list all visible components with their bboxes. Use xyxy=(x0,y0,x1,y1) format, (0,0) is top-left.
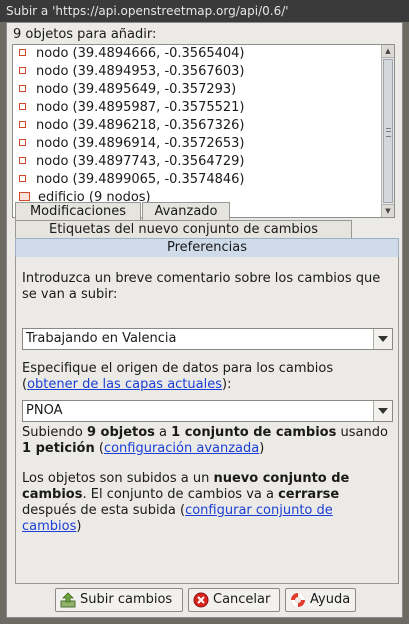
node-icon xyxy=(19,157,26,164)
window-title: Subir a 'https://api.openstreetmap.org/a… xyxy=(0,0,409,22)
node-icon xyxy=(19,103,26,110)
source-value[interactable]: PNOA xyxy=(26,401,62,421)
upload-summary-text: usando xyxy=(336,425,388,440)
upload-button-label: Subir cambios xyxy=(80,592,173,607)
source-combobox[interactable]: PNOA xyxy=(22,400,393,422)
upload-summary-text: Subiendo xyxy=(22,425,87,440)
upload-icon xyxy=(60,592,76,608)
cancel-icon xyxy=(193,592,209,608)
list-item[interactable]: nodo (39.4896914, -0.3572653) xyxy=(13,135,380,153)
node-icon xyxy=(19,139,26,146)
changeset-count: 1 conjunto de cambios xyxy=(171,425,337,440)
objects-scrollbar[interactable]: ▲ ▼ xyxy=(381,45,394,217)
list-item[interactable]: nodo (39.4896218, -0.3567326) xyxy=(13,117,380,135)
upload-summary-text: a xyxy=(154,425,172,440)
preferences-panel: Introduzca un breve comentario sobre los… xyxy=(15,257,399,584)
node-icon xyxy=(19,121,26,128)
node-icon xyxy=(19,67,26,74)
upload-summary-text: ( xyxy=(94,441,104,456)
node-icon xyxy=(19,49,26,56)
source-from-layers-link[interactable]: obtener de las capas actuales xyxy=(27,377,222,392)
source-label: Especifique el origen de datos para los … xyxy=(22,361,334,392)
help-button[interactable]: Ayuda xyxy=(285,588,356,612)
list-item[interactable]: nodo (39.4897743, -0.3564729) xyxy=(13,153,380,171)
changeset-summary-text: ) xyxy=(76,519,82,534)
node-icon xyxy=(19,175,26,182)
comment-label: Introduzca un breve comentario sobre los… xyxy=(22,271,381,302)
list-item-label: nodo (39.4894953, -0.3567603) xyxy=(36,64,245,79)
comment-combobox[interactable]: Trabajando en Valencia xyxy=(22,328,393,350)
chevron-down-icon[interactable] xyxy=(373,329,392,349)
help-button-label: Ayuda xyxy=(310,592,351,607)
close-changeset-text: cerrarse xyxy=(278,487,340,502)
list-item[interactable]: nodo (39.4894953, -0.3567603) xyxy=(13,63,380,81)
cancel-button[interactable]: Cancelar xyxy=(188,588,280,612)
upload-summary-text: ) xyxy=(259,441,265,456)
grip-icon xyxy=(386,128,391,137)
advanced-config-link[interactable]: configuración avanzada xyxy=(104,441,259,456)
source-label-text: Especifique el origen de datos para los … xyxy=(22,361,334,376)
node-icon xyxy=(19,85,26,92)
scroll-thumb[interactable] xyxy=(383,59,393,203)
upload-summary: Subiendo 9 objetos a 1 conjunto de cambi… xyxy=(22,425,394,457)
upload-button[interactable]: Subir cambios xyxy=(55,588,183,612)
list-item-label: nodo (39.4896218, -0.3567326) xyxy=(36,118,245,133)
request-count: 1 petición xyxy=(22,441,95,456)
tab-modifications[interactable]: Modificaciones xyxy=(15,202,141,221)
scroll-down-icon[interactable]: ▼ xyxy=(382,204,394,217)
chevron-down-icon[interactable] xyxy=(373,401,392,421)
changeset-summary-text: Los objetos son subidos a un xyxy=(22,471,214,486)
comment-value[interactable]: Trabajando en Valencia xyxy=(26,329,177,349)
upload-dialog: 9 objetos para añadir: nodo (39.4894666,… xyxy=(6,22,403,618)
lifebuoy-icon xyxy=(291,593,305,607)
changeset-summary: Los objetos son subidos a un nuevo conju… xyxy=(22,471,394,535)
source-label-suffix: ): xyxy=(222,377,232,392)
building-icon xyxy=(19,192,30,201)
tab-preferences[interactable]: Preferencias xyxy=(15,238,399,257)
objects-list[interactable]: nodo (39.4894666, -0.3565404) nodo (39.48… xyxy=(12,44,395,218)
cancel-button-label: Cancelar xyxy=(213,592,271,607)
changeset-summary-text: . El conjunto de cambios va a xyxy=(82,487,279,502)
list-item-label: nodo (39.4895649, -0.357293) xyxy=(36,82,237,97)
list-item-label: nodo (39.4899065, -0.3574846) xyxy=(36,172,245,187)
changeset-summary-text: después de esta subida ( xyxy=(22,503,186,518)
list-item-label: nodo (39.4896914, -0.3572653) xyxy=(36,136,245,151)
object-count: 9 objetos xyxy=(86,425,155,440)
list-item-label: nodo (39.4897743, -0.3564729) xyxy=(36,154,245,169)
tab-tags[interactable]: Etiquetas del nuevo conjunto de cambios xyxy=(15,220,352,239)
scroll-up-icon[interactable]: ▲ xyxy=(382,45,394,58)
tab-advanced[interactable]: Avanzado xyxy=(142,202,230,221)
list-item[interactable]: nodo (39.4895987, -0.3575521) xyxy=(13,99,380,117)
list-item[interactable]: nodo (39.4894666, -0.3565404) xyxy=(13,45,380,63)
objects-header: 9 objetos para añadir: xyxy=(13,27,157,42)
list-item[interactable]: nodo (39.4895649, -0.357293) xyxy=(13,81,380,99)
objects-list-items: nodo (39.4894666, -0.3565404) nodo (39.48… xyxy=(13,45,380,207)
list-item-label: nodo (39.4895987, -0.3575521) xyxy=(36,100,245,115)
list-item[interactable]: nodo (39.4899065, -0.3574846) xyxy=(13,171,380,189)
list-item-label: nodo (39.4894666, -0.3565404) xyxy=(36,46,245,61)
